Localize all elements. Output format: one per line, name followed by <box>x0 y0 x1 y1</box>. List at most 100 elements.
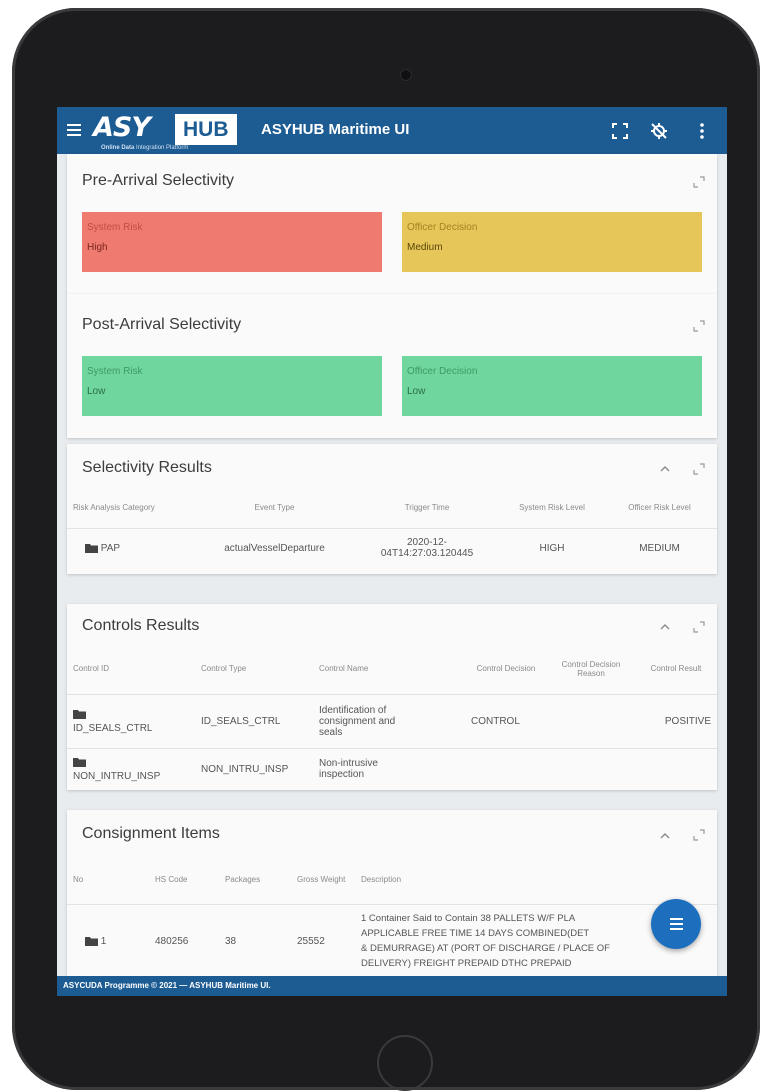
control-id-cell: ID_SEALS_CTRL <box>67 693 195 748</box>
folder-icon[interactable] <box>73 757 86 767</box>
system-risk-value: High <box>87 242 108 253</box>
item-no-cell: 1 <box>67 903 149 978</box>
control-id-value: NON_INTRU_INSP <box>73 770 161 782</box>
packages-cell: 38 <box>219 903 291 978</box>
logo-hub-text: HUB <box>175 114 237 145</box>
pre-arrival-system-risk-box: System Risk High <box>82 212 382 272</box>
app-title: ASYHUB Maritime UI <box>261 121 410 138</box>
folder-icon[interactable] <box>85 543 98 554</box>
officer-decision-value: Low <box>407 386 426 397</box>
control-id-value: ID_SEALS_CTRL <box>73 722 153 734</box>
pre-arrival-card: Pre-Arrival Selectivity System Risk High… <box>67 154 717 294</box>
post-arrival-system-risk-box: System Risk Low <box>82 356 382 416</box>
column-header[interactable]: Control Decision <box>465 644 547 694</box>
control-name-line: inspection <box>319 769 365 781</box>
officer-risk-cell: MEDIUM <box>602 527 717 568</box>
item-no-value: 1 <box>100 935 107 947</box>
description-line: & DEMURRAGE) AT (PORT OF DISCHARGE / PLA… <box>361 943 610 955</box>
expand-icon[interactable] <box>693 320 705 332</box>
column-header[interactable]: Gross Weight <box>291 856 355 904</box>
control-decision-reason-cell <box>547 693 635 748</box>
control-name-cell: Non-intrusive inspection <box>313 747 465 790</box>
table-row[interactable]: PAP actualVesselDeparture 2020-12- 04T14… <box>67 527 717 568</box>
column-header[interactable]: Risk Analysis Category <box>67 488 197 528</box>
chevron-up-icon[interactable] <box>659 831 671 841</box>
column-header[interactable]: System Risk Level <box>502 488 602 528</box>
category-cell: PAP <box>67 527 197 568</box>
control-type-cell: NON_INTRU_INSP <box>195 747 313 790</box>
control-name-line: seals <box>319 726 343 738</box>
asyhub-logo: ASY HUB Online Data Integration Platform <box>93 112 251 152</box>
fullscreen-icon[interactable] <box>610 121 630 141</box>
control-result-cell: POSITIVE <box>635 693 717 748</box>
app-screen: ASY HUB Online Data Integration Platform… <box>57 107 727 996</box>
more-vert-icon[interactable] <box>692 121 712 141</box>
pre-arrival-officer-decision-box: Officer Decision Medium <box>402 212 702 272</box>
gross-weight-cell: 25552 <box>291 903 355 978</box>
table-header-row: No HS Code Packages Gross Weight Descrip… <box>67 856 717 904</box>
trigger-time-line: 2020-12- <box>406 537 448 549</box>
control-decision-reason-cell <box>547 747 635 790</box>
column-header[interactable]: Officer Risk Level <box>602 488 717 528</box>
control-name-line: Identification of <box>319 704 387 716</box>
system-risk-label: System Risk <box>87 222 143 233</box>
controls-results-table: Control ID Control Type Control Name Con… <box>67 644 717 790</box>
expand-icon[interactable] <box>693 463 705 475</box>
table-row[interactable]: NON_INTRU_INSP NON_INTRU_INSP Non-intrus… <box>67 747 717 790</box>
column-header[interactable]: Trigger Time <box>352 488 502 528</box>
top-app-bar: ASY HUB Online Data Integration Platform… <box>57 107 727 154</box>
expand-icon[interactable] <box>693 621 705 633</box>
system-risk-label: System Risk <box>87 366 143 377</box>
system-risk-value: Low <box>87 386 106 397</box>
column-header[interactable]: Event Type <box>197 488 352 528</box>
selectivity-results-card: Selectivity Results Risk Analysis Catego… <box>67 444 717 574</box>
column-header[interactable]: HS Code <box>149 856 219 904</box>
column-header[interactable]: Control Type <box>195 644 313 694</box>
control-name-line: consignment and <box>319 715 396 727</box>
consignment-items-title: Consignment Items <box>82 825 220 842</box>
post-arrival-title: Post-Arrival Selectivity <box>82 316 242 333</box>
main-content: Pre-Arrival Selectivity System Risk High… <box>67 154 717 980</box>
control-name-line: Non-intrusive <box>319 758 378 770</box>
expand-icon[interactable] <box>693 176 705 188</box>
logo-subtitle: Online Data Integration Platform <box>101 145 188 151</box>
control-id-cell: NON_INTRU_INSP <box>67 747 195 790</box>
table-header-row: Control ID Control Type Control Name Con… <box>67 644 717 694</box>
description-line: DELIVERY) FREIGHT PREPAID DTHC PREPAID <box>361 958 572 970</box>
column-header[interactable]: Control Name <box>313 644 465 694</box>
category-value: PAP <box>100 542 121 554</box>
chevron-up-icon[interactable] <box>659 622 671 632</box>
folder-icon[interactable] <box>85 936 98 947</box>
control-decision-cell: CONTROL <box>465 693 547 748</box>
column-header[interactable]: Control Decision Reason <box>547 644 635 694</box>
logo-sub-bold: Online Data <box>101 145 135 151</box>
post-arrival-officer-decision-box: Officer Decision Low <box>402 356 702 416</box>
system-risk-cell: HIGH <box>502 527 602 568</box>
control-result-cell <box>635 747 717 790</box>
home-button[interactable] <box>377 1035 433 1091</box>
table-row[interactable]: ID_SEALS_CTRL ID_SEALS_CTRL Identificati… <box>67 693 717 748</box>
hs-code-cell: 480256 <box>149 903 219 978</box>
controls-results-card: Controls Results Control ID Control Type… <box>67 604 717 790</box>
pre-arrival-title: Pre-Arrival Selectivity <box>82 172 235 189</box>
selectivity-results-table: Risk Analysis Category Event Type Trigge… <box>67 488 717 568</box>
column-header[interactable]: Control Result <box>635 644 717 694</box>
column-header[interactable]: Packages <box>219 856 291 904</box>
selectivity-results-title: Selectivity Results <box>82 459 212 476</box>
control-decision-cell <box>465 747 547 790</box>
chevron-up-icon[interactable] <box>659 464 671 474</box>
control-name-cell: Identification of consignment and seals <box>313 693 465 748</box>
officer-decision-label: Officer Decision <box>407 222 478 233</box>
post-arrival-card: Post-Arrival Selectivity System Risk Low… <box>67 294 717 438</box>
column-header[interactable]: No <box>67 856 149 904</box>
fab-menu-button[interactable] <box>651 899 701 949</box>
table-row[interactable]: 1 480256 38 25552 1 Container Said to Co… <box>67 903 717 978</box>
expand-icon[interactable] <box>693 829 705 841</box>
column-header[interactable]: Control ID <box>67 644 195 694</box>
folder-icon[interactable] <box>73 709 86 719</box>
camera <box>400 69 412 81</box>
menu-icon[interactable] <box>67 124 81 137</box>
officer-decision-label: Officer Decision <box>407 366 478 377</box>
column-header[interactable]: Description <box>355 856 717 904</box>
no-location-icon[interactable] <box>649 121 669 141</box>
